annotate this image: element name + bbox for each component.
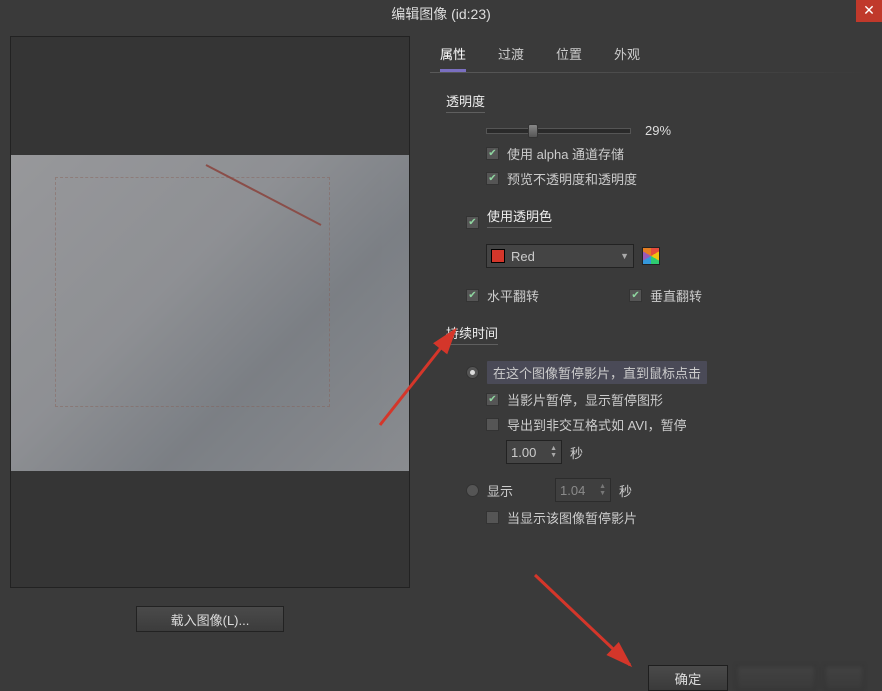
show-radio-label: 显示 — [487, 481, 513, 500]
pause-on-image-radio[interactable] — [466, 366, 479, 379]
duration-label: 持续时间 — [446, 323, 498, 345]
tab-properties[interactable]: 属性 — [440, 44, 466, 72]
preview-selection-rect — [55, 177, 330, 407]
pause-on-show-label: 当显示该图像暂停影片 — [507, 508, 637, 527]
tab-appearance[interactable]: 外观 — [614, 44, 640, 72]
transparent-color-select[interactable]: Red ▼ — [486, 244, 634, 268]
use-transparent-color-checkbox[interactable]: ✔ — [466, 216, 479, 229]
tab-transition[interactable]: 过渡 — [498, 44, 524, 72]
ok-button[interactable]: 确定 — [648, 665, 728, 691]
chevron-down-icon: ▼ — [620, 251, 629, 261]
color-name: Red — [511, 249, 535, 264]
export-seconds-value: 1.00 — [511, 445, 536, 460]
opacity-slider-thumb[interactable] — [528, 124, 538, 138]
stepper-down-icon[interactable]: ▼ — [550, 452, 557, 459]
footer-button-3 — [824, 665, 864, 691]
alpha-checkbox-label: 使用 alpha 通道存储 — [507, 144, 624, 163]
opacity-value: 29% — [645, 123, 671, 138]
export-avi-checkbox[interactable]: ✔ — [486, 418, 499, 431]
show-pause-shape-checkbox[interactable]: ✔ — [486, 393, 499, 406]
window-title: 编辑图像 (id:23) — [391, 4, 491, 24]
opacity-label: 透明度 — [446, 91, 485, 113]
show-pause-shape-label: 当影片暂停，显示暂停图形 — [507, 390, 663, 409]
color-palette-icon[interactable] — [642, 247, 660, 265]
show-seconds-input: 1.04 ▲▼ — [555, 478, 611, 502]
alpha-checkbox[interactable]: ✔ — [486, 147, 499, 160]
export-seconds-unit: 秒 — [570, 443, 583, 462]
window-titlebar: 编辑图像 (id:23) ✕ — [0, 0, 882, 28]
stepper-up-icon: ▲ — [599, 483, 606, 490]
tab-position[interactable]: 位置 — [556, 44, 582, 72]
export-seconds-input[interactable]: 1.00 ▲▼ — [506, 440, 562, 464]
image-preview — [10, 36, 410, 588]
preview-opacity-checkbox[interactable]: ✔ — [486, 172, 499, 185]
flip-horizontal-checkbox[interactable]: ✔ — [466, 289, 479, 302]
flip-vertical-checkbox[interactable]: ✔ — [629, 289, 642, 302]
close-button[interactable]: ✕ — [856, 0, 882, 22]
pause-on-show-checkbox[interactable]: ✔ — [486, 511, 499, 524]
flip-horizontal-label: 水平翻转 — [487, 286, 539, 305]
preview-opacity-label: 预览不透明度和透明度 — [507, 169, 637, 188]
dialog-footer: 确定 — [648, 665, 864, 691]
export-avi-label: 导出到非交互格式如 AVI，暂停 — [507, 415, 687, 434]
footer-button-2 — [736, 665, 816, 691]
load-image-button[interactable]: 载入图像(L)... — [136, 606, 284, 632]
flip-vertical-label: 垂直翻转 — [650, 286, 702, 305]
stepper-up-icon[interactable]: ▲ — [550, 445, 557, 452]
show-radio[interactable] — [466, 484, 479, 497]
use-transparent-color-label: 使用透明色 — [487, 206, 552, 228]
stepper-down-icon: ▼ — [599, 490, 606, 497]
close-icon: ✕ — [863, 2, 875, 18]
show-seconds-value: 1.04 — [560, 483, 585, 498]
tab-bar: 属性 过渡 位置 外观 — [440, 44, 872, 72]
color-swatch-icon — [491, 249, 505, 263]
opacity-slider[interactable] — [486, 128, 631, 134]
show-seconds-unit: 秒 — [619, 481, 632, 500]
pause-on-image-label: 在这个图像暂停影片，直到鼠标点击 — [487, 361, 707, 384]
preview-content — [11, 155, 409, 471]
